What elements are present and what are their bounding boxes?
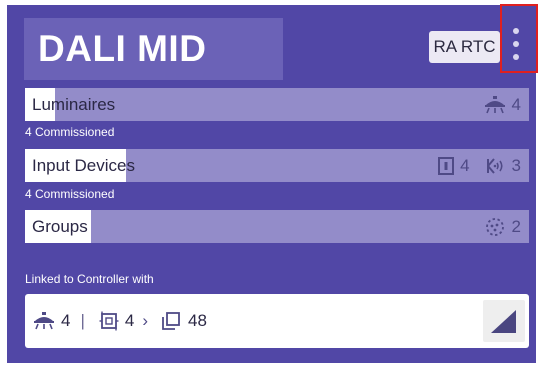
linked-controller-box[interactable]: 4 | 4 › 48 [25, 294, 529, 348]
signal-button[interactable] [483, 300, 525, 342]
luminaires-label: Luminaires [32, 94, 116, 114]
more-options-icon[interactable] [510, 28, 522, 60]
rtc-chip[interactable]: RA RTC [429, 31, 500, 63]
linked-luminaires-count: 4 [61, 311, 71, 330]
linked-devices-count: 4 [124, 311, 135, 330]
wireless-sensor-icon [484, 157, 506, 175]
luminaires-count: 4 [511, 94, 521, 114]
linked-pages-count: 48 [188, 311, 207, 330]
groups-label: Groups [32, 216, 88, 236]
linked-separator: | [80, 311, 85, 330]
ceiling-lamp-icon [484, 95, 506, 114]
groups-row[interactable]: Groups 2 [25, 210, 529, 243]
luminaires-row[interactable]: Luminaires 4 [25, 88, 529, 121]
title-box: DALI MID [24, 18, 283, 80]
linked-chevron: › [142, 311, 149, 330]
luminaires-subtext: 4 Commissioned [25, 125, 115, 139]
device-chip-icon [99, 311, 119, 331]
wireless-sensor-count: 3 [511, 155, 521, 175]
input-devices-label: Input Devices [32, 155, 135, 175]
input-devices-subtext: 4 Commissioned [25, 187, 115, 201]
groups-count: 2 [511, 216, 521, 236]
input-devices-row[interactable]: Input Devices 4 3 [25, 149, 529, 182]
linked-label: Linked to Controller with [25, 272, 154, 286]
page-title: DALI MID [38, 28, 207, 69]
signal-strength-icon [491, 310, 516, 333]
push-button-icon [438, 156, 455, 175]
ceiling-lamp-icon [33, 312, 55, 330]
push-button-count: 4 [460, 155, 470, 175]
pages-copy-icon [162, 312, 180, 330]
group-dots-icon [484, 217, 506, 237]
